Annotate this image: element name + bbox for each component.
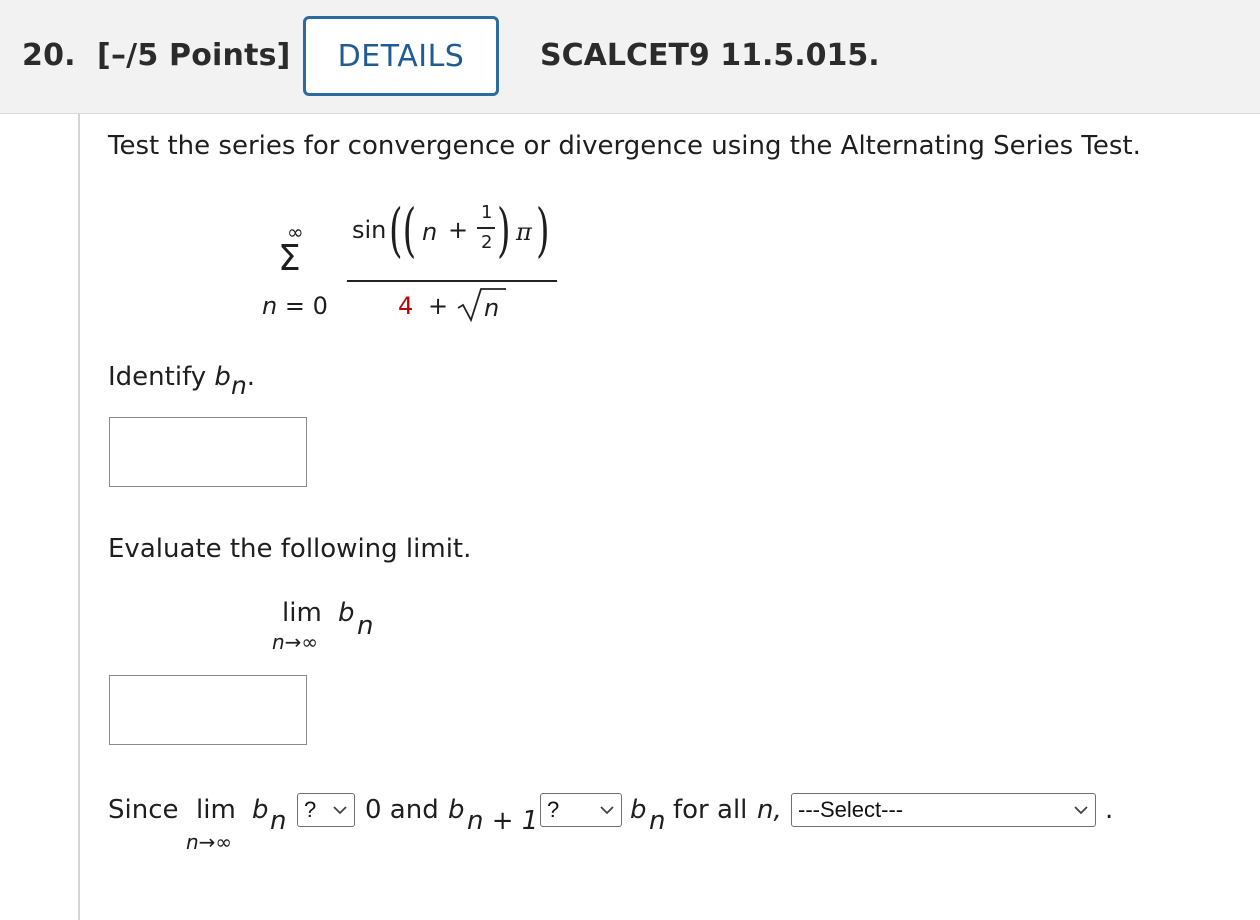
sequence-comparison-select[interactable]: ? bbox=[540, 793, 622, 827]
and-b: b bbox=[448, 795, 465, 825]
frac-top: 1 bbox=[481, 202, 493, 223]
end-period: . bbox=[1105, 795, 1114, 825]
since-b: b bbox=[252, 795, 269, 825]
instruction-text: Test the series for convergence or diver… bbox=[108, 131, 1141, 161]
chevron-down-icon bbox=[600, 806, 614, 815]
sqrt-symbol bbox=[457, 288, 506, 322]
limit-lim: lim bbox=[282, 598, 322, 628]
and-b-subscript: n + 1 bbox=[467, 806, 539, 836]
sequence-comparison-value: ? bbox=[547, 797, 560, 822]
series-lower-limit: n = 0 bbox=[262, 292, 328, 320]
conclusion-select-value: ---Select--- bbox=[798, 797, 904, 822]
denominator-n: n bbox=[484, 294, 500, 322]
chevron-down-icon bbox=[333, 806, 347, 815]
bn-answer-input[interactable] bbox=[109, 417, 307, 487]
numerator-plus: + bbox=[448, 216, 469, 244]
limit-b: b bbox=[338, 598, 355, 628]
question-number-and-points: 20. [–/5 Points] bbox=[22, 38, 291, 73]
frac-bottom: 2 bbox=[481, 232, 493, 253]
chevron-down-icon bbox=[1074, 806, 1088, 815]
limit-comparison-value: ? bbox=[304, 797, 317, 822]
denominator-plus: + bbox=[428, 292, 449, 320]
inner-fraction-bar bbox=[477, 227, 495, 229]
sigma-symbol: Σ bbox=[278, 238, 301, 279]
question-code: SCALCET9 11.5.015. bbox=[540, 38, 880, 73]
inner-right-paren: ) bbox=[497, 196, 511, 264]
denominator-four: 4 bbox=[398, 292, 414, 320]
main-fraction-bar bbox=[347, 280, 557, 282]
question-header: 20. [–/5 Points] DETAILS SCALCET9 11.5.0… bbox=[0, 0, 1260, 114]
limit-comparison-select[interactable]: ? bbox=[297, 793, 355, 827]
details-button[interactable]: DETAILS bbox=[303, 16, 499, 96]
since-lim: lim bbox=[196, 795, 236, 825]
limit-b-subscript: n bbox=[357, 611, 374, 641]
points-label: [–/5 Points] bbox=[97, 38, 291, 73]
for-all-n: n, bbox=[757, 795, 782, 825]
conclusion-select[interactable]: ---Select--- bbox=[791, 793, 1096, 827]
numerator-sin: sin bbox=[352, 216, 387, 244]
pi-symbol: π bbox=[516, 218, 532, 246]
for-all-text: for all bbox=[673, 795, 748, 825]
limit-subscript: n→∞ bbox=[272, 630, 319, 654]
outer-left-paren: (( bbox=[389, 196, 417, 264]
identify-bn-prompt: Identify bn. bbox=[108, 362, 256, 400]
evaluate-limit-prompt: Evaluate the following limit. bbox=[108, 534, 472, 564]
limit-answer-input[interactable] bbox=[109, 675, 307, 745]
since-text: Since bbox=[108, 795, 179, 825]
zero-and-text: 0 and bbox=[365, 795, 439, 825]
since-lim-subscript: n→∞ bbox=[186, 830, 233, 854]
final-b-subscript: n bbox=[649, 806, 666, 836]
numerator-n: n bbox=[422, 218, 438, 246]
final-b: b bbox=[630, 795, 647, 825]
since-b-subscript: n bbox=[270, 806, 287, 836]
outer-right-paren: ) bbox=[536, 196, 550, 264]
